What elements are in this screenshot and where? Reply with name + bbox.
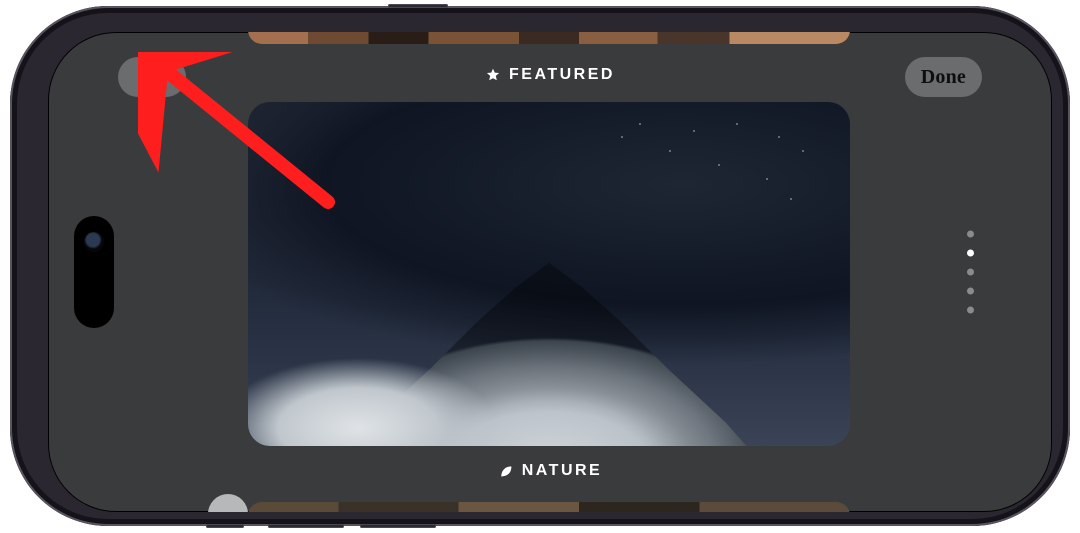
side-button-volume-down <box>360 524 436 528</box>
category-label-top: FEATURED <box>48 66 1052 84</box>
page-dot[interactable] <box>967 307 974 314</box>
page-dot[interactable] <box>967 288 974 295</box>
screen: + Done FEATURED NATURE <box>48 32 1052 512</box>
page-dot[interactable] <box>967 231 974 238</box>
foreground-cloud <box>248 356 538 446</box>
prev-wallpaper-peek[interactable] <box>248 32 850 44</box>
wallpaper-card[interactable] <box>248 102 850 446</box>
next-wallpaper-control-peek <box>208 494 248 512</box>
star-icon <box>485 67 501 83</box>
page-indicator[interactable] <box>967 231 974 314</box>
category-label-bottom: NATURE <box>48 462 1052 480</box>
page-dot[interactable] <box>967 269 974 276</box>
side-button-power <box>388 4 448 8</box>
side-button-silent <box>206 524 244 528</box>
phone-frame: + Done FEATURED NATURE <box>10 6 1070 526</box>
dynamic-island <box>74 216 114 328</box>
leaf-icon <box>498 463 514 479</box>
side-button-volume-up <box>268 524 344 528</box>
page-dot[interactable] <box>967 250 974 257</box>
next-wallpaper-peek[interactable] <box>248 502 850 512</box>
